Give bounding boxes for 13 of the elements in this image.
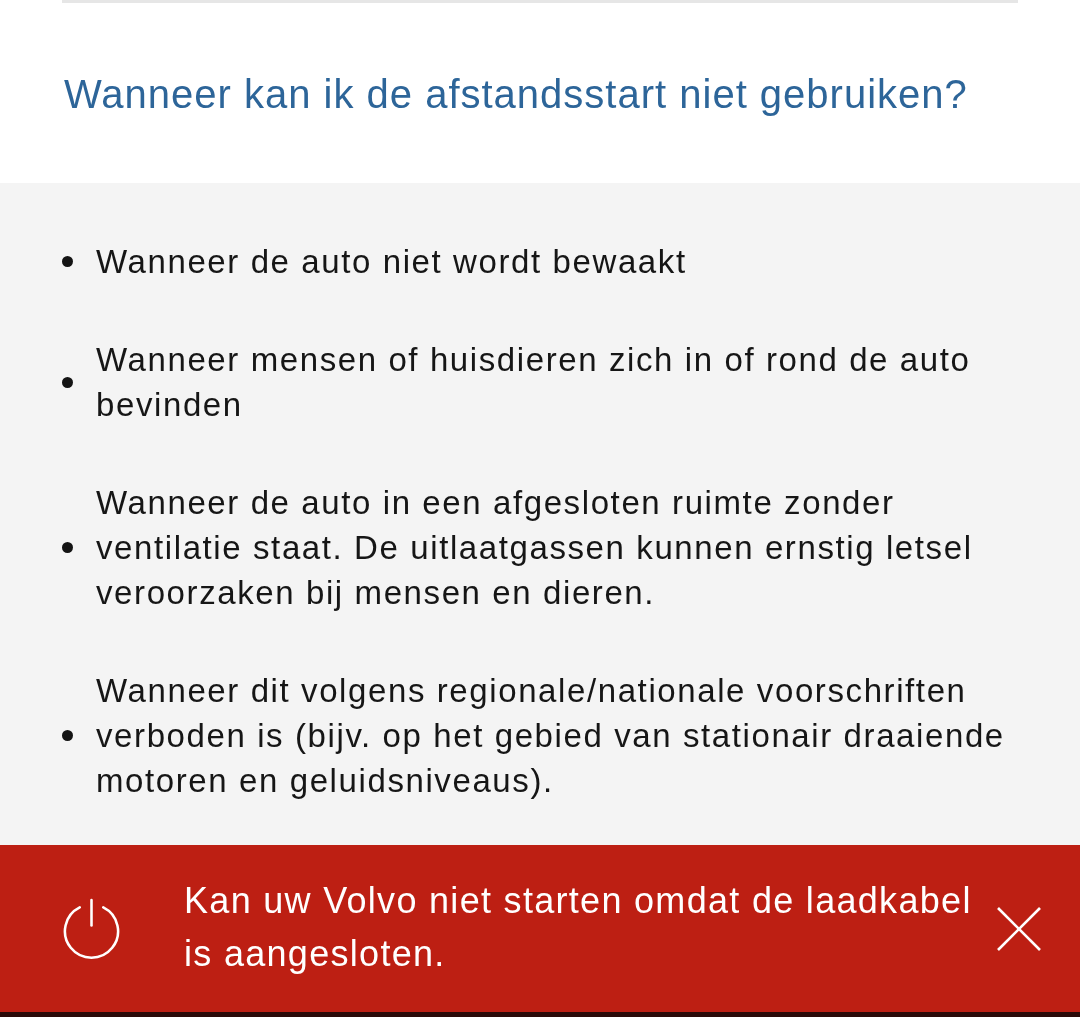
bullet-icon	[62, 730, 73, 741]
bullet-icon	[62, 256, 73, 267]
section-heading: Wanneer kan ik de afstandsstart niet gebruiken?	[63, 71, 969, 118]
list-item-text: Wanneer mensen of huisdieren zich in of rond de auto bevinden	[96, 340, 972, 425]
list-item-text: Wanneer de auto in een afgesloten ruimte zonder ventilatie staat. De uitlaatgassen kunnen ernstig letsel veroorzaken bij mensen en dieren.	[96, 483, 974, 613]
power-icon	[62, 898, 121, 959]
bullet-icon	[62, 542, 73, 553]
bullet-icon	[62, 376, 73, 388]
list-item-text: Wanneer de auto niet wordt bewaakt	[96, 242, 688, 282]
close-button[interactable]	[997, 906, 1041, 951]
close-icon	[997, 906, 1041, 951]
list-item-text: Wanneer dit volgens regionale/nationale voorschriften verboden is (bijv. op het gebied van stationair draaiende motoren en geluidsniveaus).	[96, 671, 1006, 801]
error-message: Kan uw Volvo niet starten omdat de laadkabel is aangesloten.	[184, 878, 973, 976]
